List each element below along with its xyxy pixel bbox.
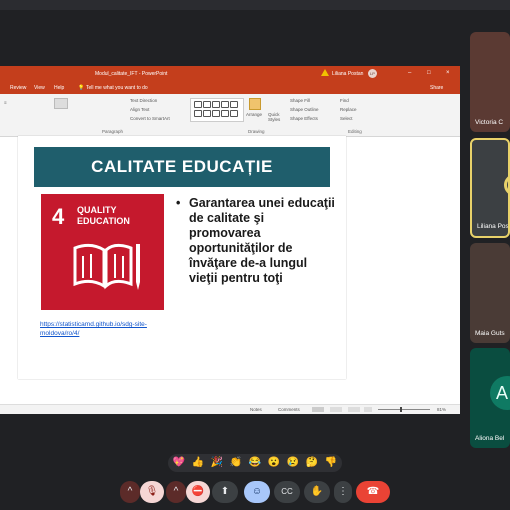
participant-tile-active-speaker[interactable]: Liliana Pos [470,138,510,238]
account-avatar[interactable]: LP [368,69,377,78]
tell-me-search[interactable]: Tell me what you want to do [86,85,148,91]
thumbs-up-reaction-icon[interactable]: 👍 [191,456,205,470]
top-bar [0,0,510,10]
party-reaction-icon[interactable]: 🎉 [210,456,224,470]
lightbulb-icon: 💡 [78,85,85,91]
slide-sorter-icon[interactable] [330,407,342,412]
thumbs-down-reaction-icon[interactable]: 👎 [324,456,338,470]
zoom-slider[interactable] [378,409,430,410]
maximize-icon[interactable]: □ [427,70,431,76]
participant-name: Victoria C [475,119,504,126]
convert-smartart-button[interactable]: Convert to SmartArt [130,116,170,121]
book-pencil-icon [73,243,140,290]
reactions-bar: 💖 👍 🎉 👏 😂 😮 😢 🤔 👎 [168,454,342,472]
select-button[interactable]: Select [340,116,353,121]
sdg-link[interactable]: https://statisticamd.github.io/sdg-site-… [40,320,180,338]
columns-icon[interactable] [54,98,68,109]
find-button[interactable]: Find [340,98,349,103]
align-left-icon[interactable]: ≡ [4,100,7,105]
captions-button[interactable]: CC [274,481,300,503]
warning-icon [321,69,329,76]
raise-hand-button[interactable]: ✋ [304,481,330,503]
laugh-reaction-icon[interactable]: 😂 [248,456,262,470]
slide-canvas[interactable]: CALITATE EDUCAȚIE 4 QUALITY EDUCATION • … [18,136,346,379]
document-title: Modul_calitate_IFT - PowerPoint [95,71,168,77]
tab-view[interactable]: View [34,85,45,91]
zoom-level[interactable]: 81% [437,407,446,412]
account-name: Liliana Postan [332,71,364,77]
tab-help[interactable]: Help [54,85,64,91]
sad-reaction-icon[interactable]: 😢 [286,456,300,470]
align-text-button[interactable]: Align Text [130,107,149,112]
present-screen-button[interactable]: ⬆ [212,481,238,503]
sdg4-logo: 4 QUALITY EDUCATION [41,194,164,310]
arrange-icon [249,98,261,110]
heart-reaction-icon[interactable]: 💖 [172,456,186,470]
clap-reaction-icon[interactable]: 👏 [229,456,243,470]
shared-screen-powerpoint: Modul_calitate_IFT - PowerPoint Liliana … [0,66,460,414]
replace-button[interactable]: Replace [340,107,357,112]
share-button[interactable]: Share [430,85,443,91]
slide-heading: CALITATE EDUCAȚIE [34,147,330,187]
text-direction-button[interactable]: Text Direction [130,98,157,103]
leave-call-button[interactable]: ☎ [356,481,390,503]
thinking-reaction-icon[interactable]: 🤔 [305,456,319,470]
surprised-reaction-icon[interactable]: 😮 [267,456,281,470]
tab-review[interactable]: Review [10,85,26,91]
shape-effects-button[interactable]: Shape Effects [290,116,318,121]
mic-off-button[interactable]: 🎙 [140,481,164,503]
participant-tile[interactable]: Victoria C [470,32,510,132]
close-icon[interactable]: × [446,70,450,76]
more-options-button[interactable]: ⋮ [334,481,352,503]
participant-name: Aliona Bel [475,435,505,442]
shape-outline-button[interactable]: Shape Outline [290,107,319,112]
arrange-button[interactable]: Arrange [246,112,262,117]
ppt-title-bar: Modul_calitate_IFT - PowerPoint Liliana … [0,66,460,82]
shape-fill-button[interactable]: Shape Fill [290,98,310,103]
participant-avatar: A [490,376,510,410]
zoom-slider-knob[interactable] [400,407,402,412]
notes-button[interactable]: Notes [250,407,262,412]
bullet-dot: • [176,196,181,210]
camera-off-button[interactable]: ⛔ [186,481,210,503]
quick-styles-button[interactable]: Quick Styles [268,112,286,122]
bullet-body: Garantarea unei educaţii de calitate şi … [189,196,335,285]
participant-tile[interactable]: A Aliona Bel [470,348,510,448]
editing-group-label: Editing [348,129,362,134]
video-settings-caret[interactable]: ^ [166,481,186,503]
paragraph-group-label: Paragraph [102,129,124,134]
ribbon-tabs: Review View Help 💡 Tell me what you want… [0,82,460,94]
participant-name: Liliana Pos [477,223,509,230]
sdg-label: QUALITY EDUCATION [77,205,130,226]
emoji-reactions-button[interactable]: ☺ [244,481,270,503]
reading-view-icon[interactable] [348,407,360,412]
minimize-icon[interactable]: – [408,70,411,76]
slideshow-icon[interactable] [364,407,372,412]
shapes-gallery[interactable] [190,98,244,122]
drawing-group-label: Drawing [248,129,265,134]
participant-name: Maia Guts [475,330,505,337]
sdg-number: 4 [52,204,65,229]
status-bar: Notes Comments 81% [0,404,460,414]
speaking-indicator-icon [504,174,508,196]
audio-settings-caret[interactable]: ^ [120,481,140,503]
participant-tile[interactable]: Maia Guts [470,243,510,343]
ribbon: ≡ Text Direction Align Text Convert to S… [0,94,460,137]
comments-button[interactable]: Comments [278,407,300,412]
normal-view-icon[interactable] [312,407,324,412]
